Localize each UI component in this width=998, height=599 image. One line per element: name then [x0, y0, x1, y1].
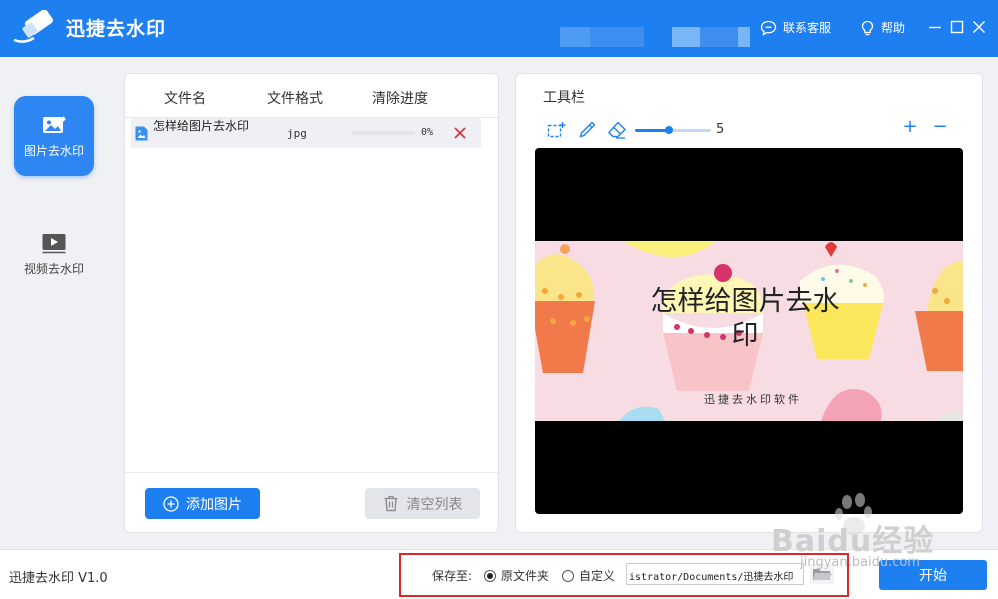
lightbulb-icon — [861, 20, 874, 35]
title-bar: 迅捷去水印 联系客服 帮助 — [0, 0, 998, 57]
slider-handle[interactable] — [665, 126, 674, 134]
help-label: 帮助 — [881, 21, 906, 35]
radio-unselected-icon — [562, 569, 574, 582]
preview-title: 怎样给图片去水印 — [650, 286, 840, 351]
column-header-format: 文件格式 — [267, 91, 323, 107]
sidebar: 图片去水印 视频去水印 — [0, 57, 108, 549]
app-version: 迅捷去水印 V1.0 — [9, 571, 108, 586]
radio-selected-icon — [484, 569, 496, 582]
table-row[interactable]: 怎样给图片去水印 jpg 0% — [131, 118, 481, 148]
image-preview[interactable]: 怎样给图片去水印 迅捷去水印软件 — [535, 148, 963, 514]
sidebar-item-image-watermark[interactable]: 图片去水印 — [14, 96, 94, 176]
divider — [125, 472, 498, 473]
clear-list-button[interactable]: 清空列表 — [365, 488, 480, 519]
support-label: 联系客服 — [783, 21, 832, 35]
file-format: jpg — [287, 127, 307, 140]
radio-custom-folder[interactable]: 自定义 — [562, 567, 615, 584]
blurred-region — [590, 27, 644, 47]
watermark-text: Baidu经验 — [771, 524, 935, 559]
delete-icon[interactable] — [453, 126, 467, 140]
chat-icon — [760, 20, 777, 36]
minimize-icon[interactable] — [927, 19, 943, 35]
eraser-logo-icon — [13, 10, 54, 43]
app-title: 迅捷去水印 — [66, 18, 167, 40]
progress-text: 0% — [421, 127, 434, 138]
trash-icon — [384, 495, 397, 512]
sidebar-item-video-watermark[interactable]: 视频去水印 — [14, 214, 94, 294]
clear-list-label: 清空列表 — [406, 496, 463, 513]
brush-icon[interactable] — [577, 120, 597, 140]
radio-label: 原文件夹 — [501, 569, 550, 583]
close-icon[interactable] — [971, 19, 987, 35]
zoom-out-button[interactable]: − — [932, 118, 948, 138]
progress-bar — [351, 131, 415, 135]
radio-label: 自定义 — [579, 569, 616, 583]
toolbar-panel: 工具栏 5 + − 怎样给图片去水印 迅捷去水印软件 — [515, 73, 983, 533]
video-play-icon — [42, 233, 66, 253]
add-image-label: 添加图片 — [186, 496, 242, 513]
preview-image: 怎样给图片去水印 迅捷去水印软件 — [535, 241, 963, 421]
slider-fill — [635, 129, 670, 132]
blurred-region — [700, 27, 738, 47]
column-header-filename: 文件名 — [164, 91, 206, 107]
rect-select-icon[interactable] — [546, 120, 566, 140]
file-name: 怎样给图片去水印 — [153, 119, 250, 133]
help-link[interactable]: 帮助 — [860, 19, 905, 36]
add-image-button[interactable]: 添加图片 — [145, 488, 260, 519]
sidebar-item-label: 图片去水印 — [23, 143, 84, 158]
image-file-icon — [135, 126, 148, 141]
watermark-url: jingyan.baidu.com — [800, 555, 920, 570]
file-list-panel: 文件名 文件格式 清除进度 怎样给图片去水印 jpg 0% 添加图片 清空列表 — [124, 73, 499, 533]
plus-circle-icon — [163, 495, 179, 512]
maximize-icon[interactable] — [949, 19, 965, 35]
radio-original-folder[interactable]: 原文件夹 — [484, 567, 549, 584]
preview-subtitle: 迅捷去水印软件 — [704, 393, 802, 406]
toolbar-title: 工具栏 — [543, 90, 585, 106]
output-path-field[interactable]: istrator/Documents/迅捷去水印 — [626, 563, 804, 585]
image-icon — [43, 115, 66, 133]
support-link[interactable]: 联系客服 — [760, 19, 831, 36]
column-header-progress: 清除进度 — [372, 91, 428, 107]
brush-size-value: 5 — [716, 122, 725, 137]
zoom-in-button[interactable]: + — [902, 118, 918, 138]
brush-size-slider[interactable] — [635, 126, 711, 134]
eraser-icon[interactable] — [607, 120, 627, 140]
sidebar-item-label: 视频去水印 — [23, 261, 84, 276]
save-to-label: 保存至: — [432, 569, 473, 583]
